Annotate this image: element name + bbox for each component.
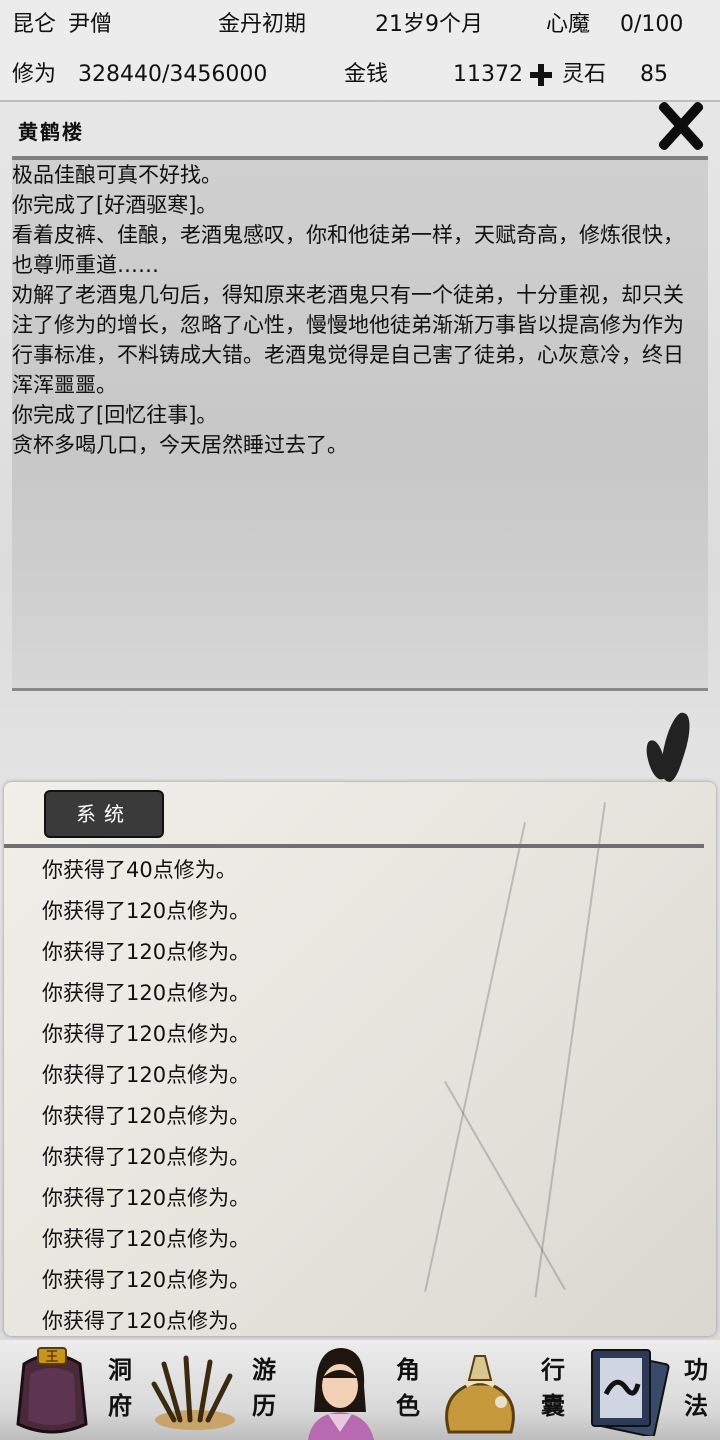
nav-skill[interactable]: 功法 [0,1340,708,1440]
event-location-title: 黄鹤楼 [18,120,84,144]
system-log-panel: 系统 你获得了40点修为。 你获得了120点修为。 你获得了120点修为。 你获… [4,782,716,1336]
log-entry: 你获得了120点修为。 [42,940,251,964]
log-entry: 你获得了120点修为。 [42,1227,251,1251]
event-line: 看着皮裤、佳酿，老酒鬼感叹，你和他徒弟一样，天赋奇高，修炼很快，也尊师重道…… [12,223,684,277]
status-row-1: 昆仑 尹僧 金丹初期 21岁9个月 心魔 0/100 [0,0,720,50]
event-panel: 黄鹤楼 极品佳酿可真不好找。 你完成了[好酒驱寒]。 看着皮裤、佳酿，老酒鬼感叹… [12,110,708,691]
sect-name: 昆仑 [12,12,57,37]
log-entry: 你获得了120点修为。 [42,1063,251,1087]
bottom-nav: 王 洞府 游历 角色 行 囊 功 法 [0,1340,720,1440]
log-entry: 你获得了40点修为。 [42,858,237,882]
spirit-stone-value: 85 [640,62,668,87]
character-name: 尹僧 [68,12,113,37]
event-line: 你完成了[回忆往事]。 [12,403,218,427]
nav-bag-label: 行囊 [541,1355,565,1420]
log-entry: 你获得了120点修为。 [42,981,251,1005]
log-entry: 你获得了120点修为。 [42,1186,251,1210]
money-label: 金钱 [344,62,389,87]
cultivation-value: 328440/3456000 [78,62,268,87]
realm-level: 金丹初期 [218,12,307,37]
system-log-list[interactable]: 你获得了40点修为。 你获得了120点修为。 你获得了120点修为。 你获得了1… [42,850,682,1336]
status-header: 昆仑 尹僧 金丹初期 21岁9个月 心魔 0/100 修为 328440/345… [0,0,720,102]
nav-role-label: 角色 [396,1355,420,1420]
character-portrait-icon [308,1348,374,1440]
nav-skill-label: 功法 [684,1355,708,1420]
divider [4,844,704,848]
nav-travel-label: 游历 [252,1355,276,1420]
log-entry: 你获得了120点修为。 [42,1104,251,1128]
book-icon [591,1349,670,1436]
log-entry: 你获得了120点修为。 [42,1022,251,1046]
tab-system[interactable]: 系统 [44,790,164,838]
log-entry: 你获得了120点修为。 [42,1145,251,1169]
event-text: 极品佳酿可真不好找。 你完成了[好酒驱寒]。 看着皮裤、佳酿，老酒鬼感叹，你和他… [12,160,702,460]
close-icon[interactable] [652,98,708,154]
log-entry: 你获得了120点修为。 [42,899,251,923]
bag-icon [445,1355,515,1434]
add-money-plus-icon[interactable] [530,64,552,86]
spirit-stone-label: 灵石 [562,62,607,87]
cultivation-label: 修为 [12,62,57,87]
event-line: 贪杯多喝几口，今天居然睡过去了。 [12,433,348,457]
character-age: 21岁9个月 [375,12,483,37]
heart-demon-value: 0/100 [620,12,684,37]
event-text-area[interactable]: 极品佳酿可真不好找。 你完成了[好酒驱寒]。 看着皮裤、佳酿，老酒鬼感叹，你和他… [12,160,708,688]
event-line: 极品佳酿可真不好找。 [12,163,222,187]
log-entry: 你获得了120点修为。 [42,1268,251,1292]
money-value: 11372 [453,62,523,87]
event-line: 劝解了老酒鬼几句后，得知原来老酒鬼只有一个徒弟，十分重视，却只关注了修为的增长，… [12,283,684,397]
event-line: 你完成了[好酒驱寒]。 [12,193,218,217]
log-entry: 你获得了120点修为。 [42,1309,251,1333]
heart-demon-label: 心魔 [546,12,591,37]
divider [12,688,708,691]
status-row-2: 修为 328440/3456000 金钱 11372 灵石 85 [0,50,720,100]
